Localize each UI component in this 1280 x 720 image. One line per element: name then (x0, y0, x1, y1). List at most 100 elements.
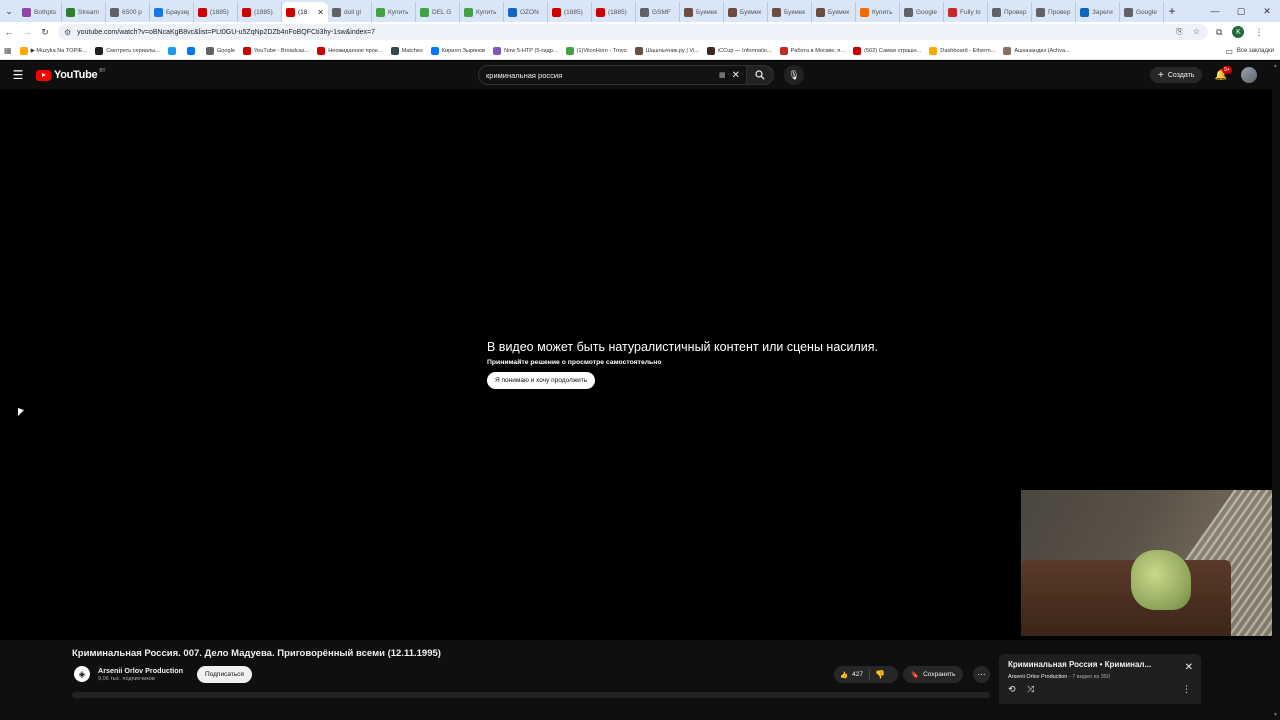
omnibox[interactable]: ⚙ youtube.com/watch?v=oBNcaKgB8vc&list=P… (58, 24, 1208, 40)
browser-tab[interactable]: Зареги (1076, 2, 1120, 22)
browser-menu-icon[interactable]: ⋮ (1254, 27, 1263, 38)
profile-avatar[interactable]: K (1232, 26, 1245, 38)
loop-icon[interactable]: ⟲ (1008, 684, 1016, 695)
scroll-up-arrow-icon[interactable]: ▲ (1273, 63, 1278, 69)
bookmark-item[interactable]: Шашлычник.ру | Vi... (631, 46, 703, 55)
search-query-text[interactable]: криминальная россия (486, 71, 562, 80)
url-text[interactable]: youtube.com/watch?v=oBNcaKgB8vc&list=PLt… (77, 29, 375, 36)
channel-avatar[interactable]: ◈ (74, 666, 90, 682)
install-app-icon[interactable]: ⎘ (1176, 27, 1182, 37)
like-button[interactable]: 👍 427 (834, 669, 870, 680)
bookmark-item[interactable]: (562) Самая страшн... (849, 46, 925, 55)
site-info-icon[interactable]: ⚙ (64, 28, 71, 37)
tab-title: Зареги (1092, 8, 1113, 16)
dislike-button[interactable]: 👎 (870, 670, 885, 679)
maximize-icon[interactable]: ▢ (1228, 6, 1254, 17)
picture-in-picture-video[interactable] (1021, 490, 1280, 636)
subscribe-button[interactable]: Подписаться (197, 666, 252, 683)
browser-tab[interactable]: 6500 р (106, 2, 150, 22)
browser-tab[interactable]: Букмек (724, 2, 768, 22)
scroll-down-arrow-icon[interactable]: ▼ (1273, 712, 1278, 718)
bookmark-item[interactable]: Matches (387, 46, 427, 55)
reload-icon[interactable]: ↻ (36, 27, 54, 38)
playlist-title[interactable]: Криминальная Россия • Криминал... (1008, 660, 1151, 669)
bookmark-item[interactable]: ▶ Muzyka Na TOPIE... (16, 46, 92, 55)
youtube-logo[interactable]: YouTube BY (36, 68, 106, 81)
continue-button[interactable]: Я понимаю и хочу продолжить (487, 372, 596, 389)
browser-tab[interactable]: Купить (856, 2, 900, 22)
bookmark-item[interactable]: Кирилл Зырянов (427, 46, 489, 55)
browser-tab[interactable]: DEL G (416, 2, 460, 22)
browser-tab[interactable]: Букмек (768, 2, 812, 22)
browser-tab[interactable]: Браузер (150, 2, 194, 22)
browser-tab[interactable]: Google (900, 2, 944, 22)
browser-tab[interactable]: Провер (988, 2, 1032, 22)
bookmark-item[interactable]: Смотреть сериалы... (91, 46, 164, 55)
voice-search-mic-icon[interactable]: 🎙 (784, 65, 804, 85)
keyboard-icon[interactable]: ▦ (719, 71, 726, 79)
tab-search-icon[interactable]: ⌄ (0, 0, 18, 22)
clear-search-icon[interactable]: ✕ (732, 70, 740, 81)
bookmark-item[interactable]: Google (202, 46, 239, 55)
minimize-icon[interactable]: — (1202, 6, 1228, 16)
browser-tab[interactable]: Купить (372, 2, 416, 22)
bookmark-item[interactable]: YouTube - Broadcas... (239, 46, 313, 55)
page-scrollbar[interactable]: ▲ ▼ (1272, 61, 1280, 720)
bookmark-item[interactable]: Неожиданное прое... (313, 46, 386, 55)
save-button[interactable]: 🔖 Сохранить (903, 666, 964, 683)
bookmark-star-icon[interactable]: ☆ (1193, 27, 1200, 37)
create-button[interactable]: + Создать (1150, 67, 1203, 83)
tab-title: (1885) (608, 8, 627, 16)
browser-tab[interactable]: (1885) (238, 2, 282, 22)
search-input[interactable]: криминальная россия ▦ ✕ (478, 65, 746, 85)
bookmark-favicon-icon (493, 46, 502, 55)
close-window-icon[interactable]: ✕ (1254, 6, 1280, 17)
browser-tab[interactable]: (1885) (592, 2, 636, 22)
bookmark-item[interactable] (183, 46, 202, 55)
browser-tab[interactable]: OZON (504, 2, 548, 22)
playlist-meta: Arsenii Orlov Production - 7 видео из 35… (1008, 674, 1110, 680)
all-bookmarks[interactable]: ▭ Все закладки (1219, 42, 1274, 59)
browser-tab[interactable]: (1885) (194, 2, 238, 22)
extensions-icon[interactable]: ⧉ (1216, 27, 1222, 38)
bookmark-item[interactable]: iCCup — Informatio... (703, 46, 776, 55)
bookmark-item[interactable]: Ашхазандиз (Aсhva... (999, 46, 1073, 55)
bookmark-item[interactable]: Dashboard - Etherm... (925, 46, 999, 55)
shuffle-icon[interactable]: ⤨ (1027, 684, 1034, 695)
browser-tab[interactable]: Google (1120, 2, 1164, 22)
forward-icon[interactable]: → (18, 27, 36, 37)
browser-tab[interactable]: Stream (62, 2, 106, 22)
browser-tab[interactable]: Fully lo (944, 2, 988, 22)
playlist-menu-icon[interactable]: ⋮ (1182, 684, 1191, 695)
more-actions-icon[interactable]: ⋯ (973, 666, 990, 683)
account-avatar[interactable] (1241, 67, 1257, 83)
browser-tab[interactable]: Провер (1032, 2, 1076, 22)
back-icon[interactable]: ← (0, 27, 18, 37)
browser-tab[interactable]: Bothpts (18, 2, 62, 22)
search-button[interactable] (746, 65, 774, 85)
bookmark-item[interactable] (164, 46, 183, 55)
bookmark-item[interactable]: Now 5-HTP (5-гидр... (489, 46, 561, 55)
description-box[interactable] (72, 692, 990, 698)
bookmark-item[interactable]: (1)VilonHoro - Trovo (562, 46, 631, 55)
bookmark-favicon-icon (430, 46, 439, 55)
bookmark-item[interactable]: Работа в Москве, п... (776, 46, 849, 55)
browser-tab[interactable]: (1885) (548, 2, 592, 22)
browser-tab[interactable]: (18 ✕ (282, 2, 328, 22)
channel-name[interactable]: Arsenii Orlov Production (98, 666, 183, 675)
tab-favicon-icon (286, 7, 295, 17)
hamburger-menu-icon[interactable]: ☰ (0, 68, 36, 82)
new-tab-button[interactable]: + (1164, 4, 1180, 18)
playlist-owner[interactable]: Arsenii Orlov Production (1008, 674, 1067, 680)
browser-tab[interactable]: Купить (460, 2, 504, 22)
apps-grid-icon[interactable]: ▦ (0, 46, 16, 55)
close-tab-icon[interactable]: ✕ (317, 8, 324, 17)
notifications-bell-icon[interactable]: 🔔 9+ (1213, 66, 1232, 83)
close-playlist-icon[interactable]: ✕ (1185, 662, 1193, 673)
browser-tab[interactable]: Букмек (680, 2, 724, 22)
browser-tab[interactable]: GSMF (636, 2, 680, 22)
tab-favicon-icon (420, 7, 429, 17)
browser-tab[interactable]: doll gl (328, 2, 372, 22)
mouse-cursor-icon (18, 407, 24, 419)
browser-tab[interactable]: Букмек (812, 2, 856, 22)
